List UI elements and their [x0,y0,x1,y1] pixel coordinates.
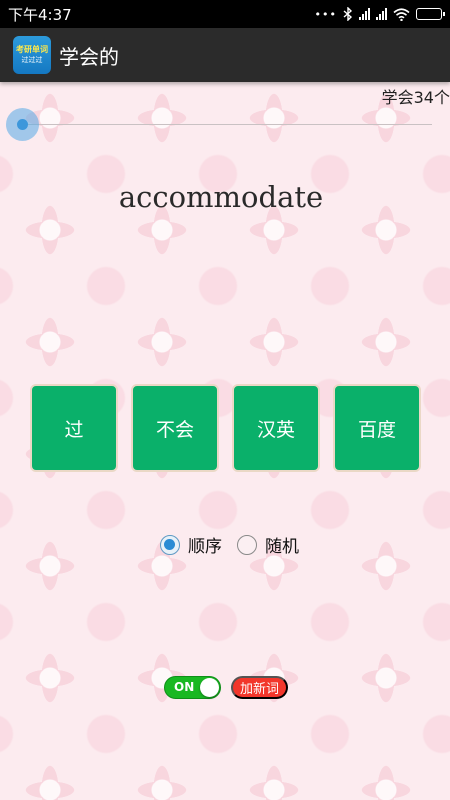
more-dots-icon: ••• [314,7,337,21]
wifi-icon [393,7,410,21]
baidu-button[interactable]: 百度 [333,384,421,472]
action-bar: 考研单词 过过过 学会的 [0,28,450,82]
sequential-radio[interactable] [160,534,180,555]
action-buttons: 过 不会 汉英 百度 [30,384,421,472]
toggle-knob [200,678,219,697]
current-word: accommodate [118,180,324,214]
status-time: 下午4:37 [8,5,72,24]
signal-2-icon [376,8,387,20]
random-label[interactable]: 随机 [265,532,299,557]
page-title: 学会的 [59,44,119,69]
progress-seekbar-track[interactable] [22,124,432,125]
random-radio[interactable] [237,534,257,555]
signal-1-icon [359,8,370,20]
order-radio-group: 顺序 随机 [160,532,314,557]
sequential-label[interactable]: 顺序 [188,532,222,557]
battery-icon [416,8,445,20]
add-new-word-button[interactable]: 加新词 [231,676,288,699]
app-logo-icon: 考研单词 过过过 [13,36,51,74]
learned-count-label: 学会34个 [381,88,450,107]
progress-seekbar-thumb[interactable] [6,108,39,141]
dont-know-button[interactable]: 不会 [131,384,219,472]
pass-button[interactable]: 过 [30,384,118,472]
on-off-toggle[interactable]: ON [164,676,221,699]
bluetooth-icon [343,7,353,21]
status-bar: 下午4:37 ••• [0,0,450,28]
chinese-english-button[interactable]: 汉英 [232,384,320,472]
toggle-state-label: ON [174,680,195,694]
status-icons: ••• [314,7,445,21]
